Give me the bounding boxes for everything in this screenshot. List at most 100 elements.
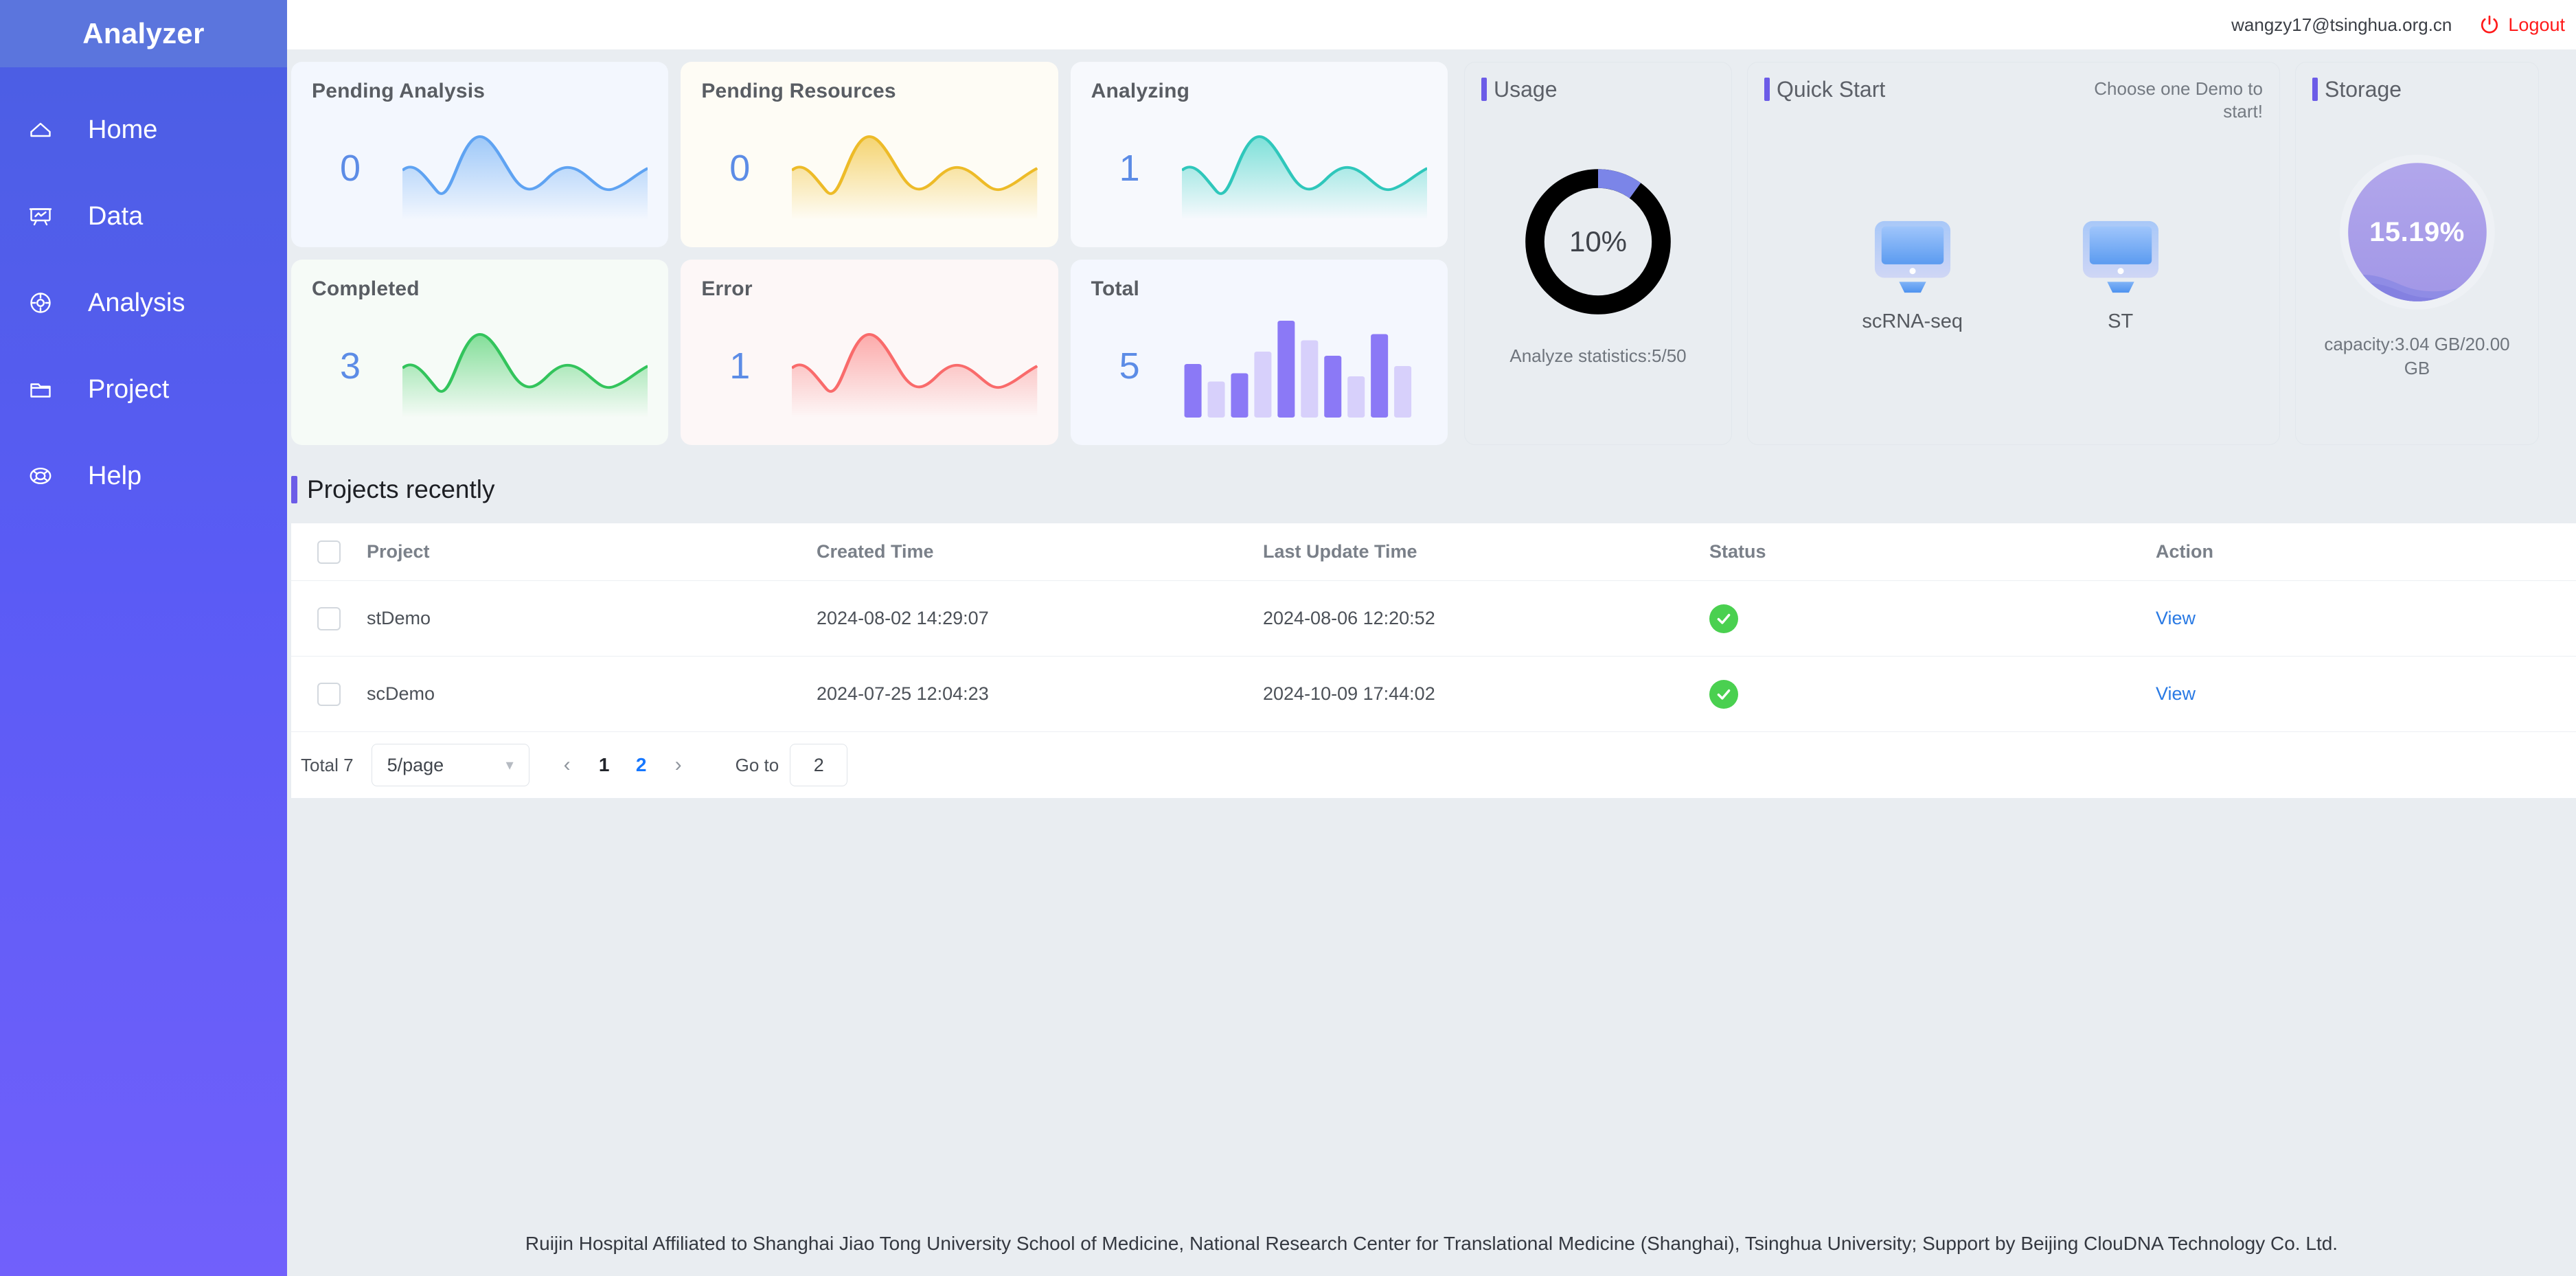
goto-page-input[interactable]: 2 [790,744,848,786]
sidebar-brand: Analyzer [0,0,287,67]
column-header-last-update-time: Last Update Time [1263,541,1417,562]
projects-table: Project Created Time Last Update Time St… [291,523,2576,798]
view-link[interactable]: View [2156,683,2196,704]
check-icon [1715,685,1733,703]
pagination: Total 7 5/page ▾ ‹ 1 2 › Go to 2 [291,732,2576,798]
cell-action: View [2156,683,2576,705]
row-select-cell [291,682,367,706]
usage-body: 10% Analyze statistics:5/50 [1481,102,1715,429]
panel-title-text: Usage [1494,77,1558,102]
sparkline-area-chart [402,315,648,418]
sidebar-item-data[interactable]: Data [0,173,287,260]
panel-title-text: Storage [2325,77,2402,102]
page-size-select[interactable]: 5/page ▾ [371,744,529,786]
storage-percent-label: 15.19% [2369,216,2465,247]
quick-start-hint: Choose one Demo to start! [2094,78,2263,122]
stat-value: 1 [729,345,751,387]
cell-created-time: 2024-07-25 12:04:23 [817,683,989,704]
sparkline-bar-chart [1182,315,1427,418]
sparkline-area-chart [792,315,1038,418]
status-badge [1709,679,1738,709]
stat-value: 0 [729,148,751,189]
row-checkbox[interactable] [317,606,341,630]
stat-title: Pending Analysis [312,80,486,102]
page-button-2[interactable]: 2 [623,744,660,786]
app-title: Analyzer [82,17,205,49]
storage-caption: capacity:3.04 GB/20.00 GB [2324,334,2510,379]
storage-panel: Storage 15.19% capacity:3.04 GB/20.00 GB [2295,62,2539,445]
stat-value: 5 [1119,345,1140,387]
quick-start-panel: Quick Start Choose one Demo to start! sc… [1747,62,2280,445]
projects-header: Projects recently [291,468,2576,523]
stat-title: Total [1091,277,1140,300]
stat-body: 3 [312,301,648,427]
select-all-checkbox[interactable] [317,540,341,564]
stat-title: Error [701,277,753,300]
stat-title: Pending Resources [701,80,896,102]
select-all-cell [291,540,367,564]
stat-card-pending-analysis[interactable]: Pending Analysis 0 [291,62,669,247]
sidebar: Analyzer Home Data Analysis Project Help [0,0,287,1276]
footer-text: Ruijin Hospital Affiliated to Shanghai J… [525,1233,2338,1254]
prev-page-button[interactable]: ‹ [549,744,586,786]
logout-label: Logout [2508,14,2565,35]
footer: Ruijin Hospital Affiliated to Shanghai J… [287,1211,2576,1276]
dashboard: Pending Analysis 0 Pending Resources 0 A… [287,49,2576,445]
monitor-icon [1868,218,1957,299]
panel-title-text: Quick Start [1777,77,1886,102]
quick-start-demos: scRNA-seq ST [1764,122,2263,429]
stat-card-completed[interactable]: Completed 3 [291,260,669,445]
demo-tile-st[interactable]: ST [2076,218,2165,333]
next-page-button[interactable]: › [660,744,697,786]
demo-tile-scrna-seq[interactable]: scRNA-seq [1862,218,1963,333]
cell-project: stDemo [367,608,431,628]
stat-card-pending-resources[interactable]: Pending Resources 0 [681,62,1058,247]
sparkline-area-chart [402,117,648,220]
sidebar-item-label: Analysis [88,288,185,317]
row-select-cell [291,606,367,630]
stat-body: 5 [1091,301,1427,427]
sidebar-item-label: Project [88,374,170,404]
sparkline-area-chart [792,117,1038,220]
table-header-row: Project Created Time Last Update Time St… [291,523,2576,581]
column-header-project: Project [367,541,430,562]
quick-start-header: Quick Start Choose one Demo to start! [1764,78,2263,122]
goto-label: Go to [735,754,779,775]
logout-button[interactable]: Logout [2478,13,2565,36]
stat-card-error[interactable]: Error 1 [681,260,1058,445]
home-icon [15,117,66,142]
page-button-1[interactable]: 1 [586,744,623,786]
table-row: stDemo 2024-08-02 14:29:07 2024-08-06 12… [291,581,2576,657]
view-link[interactable]: View [2156,608,2196,628]
table-row: scDemo 2024-07-25 12:04:23 2024-10-09 17… [291,657,2576,732]
stats-grid: Pending Analysis 0 Pending Resources 0 A… [287,62,1448,445]
stat-card-analyzing[interactable]: Analyzing 1 [1070,62,1448,247]
usage-percent-label: 10% [1569,225,1628,258]
chevron-right-icon: › [674,753,682,776]
sidebar-item-help[interactable]: Help [0,433,287,519]
stat-body: 1 [701,301,1038,427]
chevron-down-icon: ▾ [505,756,514,773]
check-icon [1715,610,1733,628]
column-header-status: Status [1709,541,1766,562]
stat-value: 0 [339,148,361,189]
demo-label: scRNA-seq [1862,310,1963,332]
page-title: Projects recently [307,475,495,503]
storage-title: Storage [2312,78,2402,102]
power-icon [2478,13,2508,36]
stat-body: 1 [1091,103,1427,229]
stat-title: Completed [312,277,420,300]
accent-bar [2312,78,2318,101]
row-checkbox[interactable] [317,682,341,706]
stat-card-total[interactable]: Total 5 [1070,260,1448,445]
storage-liquid-chart: 15.19% [2332,150,2503,315]
sidebar-item-project[interactable]: Project [0,346,287,433]
presentation-chart-icon [15,204,66,229]
topbar: wangzy17@tsinghua.org.cn Logout [287,0,2576,49]
sidebar-item-analysis[interactable]: Analysis [0,260,287,346]
folder-icon [15,377,66,402]
column-header-created-time: Created Time [817,541,934,562]
cell-project: scDemo [367,683,435,704]
sidebar-item-home[interactable]: Home [0,87,287,173]
usage-title: Usage [1481,78,1558,102]
